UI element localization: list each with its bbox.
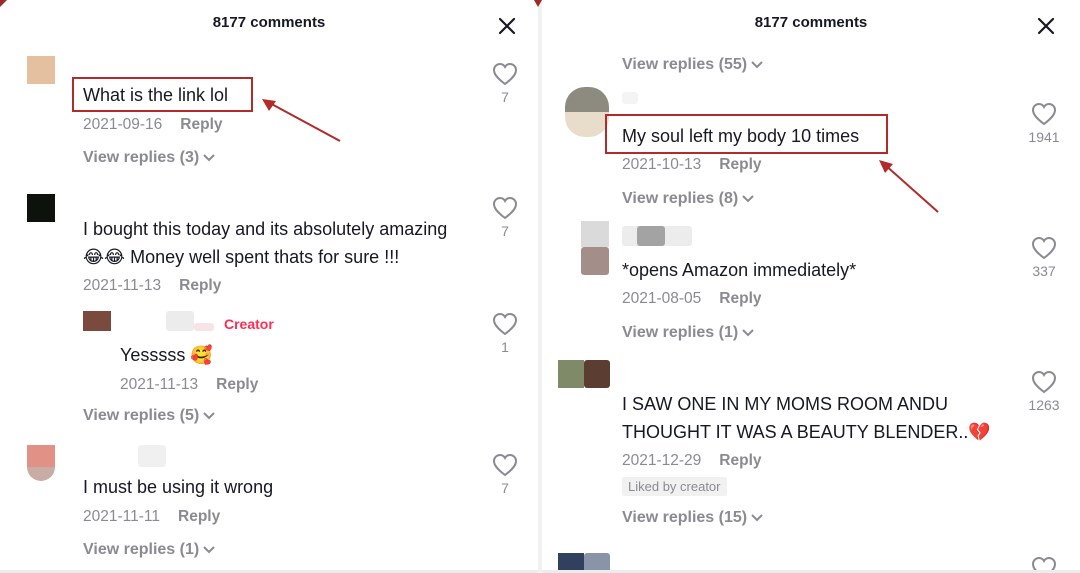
avatar-blur	[584, 360, 610, 388]
view-replies-label: View replies (3)	[83, 149, 200, 166]
avatar[interactable]	[581, 221, 609, 247]
comment-text-line: Yesssss 🥰	[120, 341, 213, 370]
liked-by-creator-badge: Liked by creator	[622, 477, 727, 496]
chevron-down-icon	[751, 61, 763, 69]
comment-text-line: 😂😂 Money well spent thats for sure !!!	[83, 243, 399, 272]
heart-icon[interactable]	[1031, 370, 1057, 394]
view-replies-label: View replies (1)	[83, 541, 200, 558]
creator-badge: Creator	[224, 316, 274, 332]
close-icon[interactable]	[1036, 16, 1056, 36]
view-replies-button[interactable]: View replies (3)	[83, 149, 216, 167]
comments-header-title: 8177 comments	[754, 14, 868, 31]
view-replies-button[interactable]: View replies (1)	[83, 541, 216, 559]
view-replies-button[interactable]: View replies (1)	[622, 324, 755, 342]
heart-icon[interactable]	[492, 62, 518, 86]
laughing-emoji-icon: 😂😂	[83, 247, 126, 268]
corner-mark	[534, 0, 542, 7]
comment-text-part: Money well spent thats for sure !!!	[125, 247, 400, 267]
highlight-box	[72, 77, 253, 112]
comment-meta: 2021-10-13 Reply	[622, 156, 762, 174]
corner-mark	[0, 0, 7, 7]
avatar[interactable]	[27, 445, 55, 467]
like-count: 7	[501, 89, 509, 105]
view-replies-label: View replies (15)	[622, 509, 748, 526]
view-replies-label: View replies (55)	[622, 56, 748, 73]
avatar-blur	[581, 247, 609, 275]
broken-heart-emoji-icon: 💔	[968, 422, 991, 443]
comment-text-line: THOUGHT IT WAS A BEAUTY BLENDER..💔	[622, 418, 991, 447]
comment-date: 2021-08-05	[622, 290, 702, 307]
reply-button[interactable]: Reply	[719, 452, 761, 469]
comment-meta: 2021-11-11 Reply	[83, 508, 220, 526]
chevron-down-icon	[203, 546, 215, 554]
chevron-down-icon	[203, 154, 215, 162]
like-count: 1941	[1028, 129, 1060, 145]
smiling-hearts-emoji-icon: 🥰	[190, 345, 213, 366]
like-count: 337	[1032, 263, 1056, 279]
avatar[interactable]	[83, 311, 111, 331]
highlight-box	[605, 114, 888, 154]
comment-date: 2021-11-13	[120, 376, 199, 393]
view-replies-button[interactable]: View replies (55)	[622, 56, 764, 74]
comment-date: 2021-09-16	[83, 116, 163, 133]
comment-date: 2021-12-29	[622, 452, 702, 469]
like-count: 1	[501, 339, 509, 355]
avatar-blur	[27, 467, 55, 481]
reply-button[interactable]: Reply	[719, 290, 761, 307]
like-count: 7	[501, 480, 509, 496]
close-icon[interactable]	[497, 16, 517, 36]
chevron-down-icon	[742, 329, 754, 337]
comments-header-title: 8177 comments	[212, 14, 326, 31]
comment-text: Yesssss	[120, 345, 186, 365]
comment-meta: 2021-12-29 Reply	[622, 452, 762, 470]
comment-text: *opens Amazon immediately*	[622, 260, 857, 280]
view-replies-label: View replies (1)	[622, 324, 739, 341]
comment-meta: 2021-11-13 Reply	[83, 277, 221, 295]
comment-meta: 2021-08-05 Reply	[622, 290, 762, 308]
comment-date: 2021-11-13	[83, 277, 162, 294]
heart-icon[interactable]	[492, 453, 518, 477]
avatar[interactable]	[565, 87, 609, 112]
username-blur	[194, 323, 214, 331]
avatar[interactable]	[27, 56, 55, 84]
username-blur	[166, 311, 194, 331]
view-replies-button[interactable]: View replies (8)	[622, 190, 755, 208]
view-replies-label: View replies (5)	[83, 407, 200, 424]
comments-panel-left: 8177 comments What is the link lol 2021-…	[0, 0, 538, 573]
arrow-icon	[879, 160, 939, 213]
comment-text-line: I SAW ONE IN MY MOMS ROOM ANDU	[622, 394, 949, 414]
comment-meta: 2021-09-16 Reply	[83, 116, 223, 134]
avatar[interactable]	[558, 360, 584, 388]
reply-button[interactable]: Reply	[719, 156, 761, 173]
heart-icon[interactable]	[1031, 102, 1057, 126]
heart-icon[interactable]	[492, 196, 518, 220]
view-replies-button[interactable]: View replies (15)	[622, 509, 764, 527]
reply-button[interactable]: Reply	[179, 277, 221, 294]
reply-button[interactable]: Reply	[178, 508, 220, 525]
username-blur	[138, 445, 166, 467]
heart-icon[interactable]	[492, 312, 518, 336]
comment-text-part: THOUGHT IT WAS A BEAUTY BLENDER..	[622, 422, 969, 442]
comments-panel-right: 8177 comments View replies (55) My soul …	[542, 0, 1080, 573]
reply-button[interactable]: Reply	[180, 116, 222, 133]
comment-date: 2021-10-13	[622, 156, 702, 173]
heart-icon[interactable]	[1031, 236, 1057, 260]
view-replies-label: View replies (8)	[622, 190, 739, 207]
chevron-down-icon	[203, 412, 215, 420]
view-replies-button[interactable]: View replies (5)	[83, 407, 216, 425]
username-blur	[637, 226, 665, 246]
avatar-blur	[565, 112, 609, 137]
like-count: 7	[501, 223, 509, 239]
chevron-down-icon	[751, 514, 763, 522]
comment-text-line: I bought this today and its absolutely a…	[83, 219, 448, 239]
comment-date: 2021-11-11	[83, 508, 160, 525]
reply-button[interactable]: Reply	[216, 376, 258, 393]
comment-text: I must be using it wrong	[83, 477, 274, 497]
chevron-down-icon	[742, 195, 754, 203]
username-blur	[622, 92, 638, 104]
comment-meta: 2021-11-13 Reply	[120, 376, 258, 394]
avatar[interactable]	[27, 194, 55, 222]
like-count: 1263	[1028, 397, 1060, 413]
arrow-icon	[262, 99, 341, 142]
